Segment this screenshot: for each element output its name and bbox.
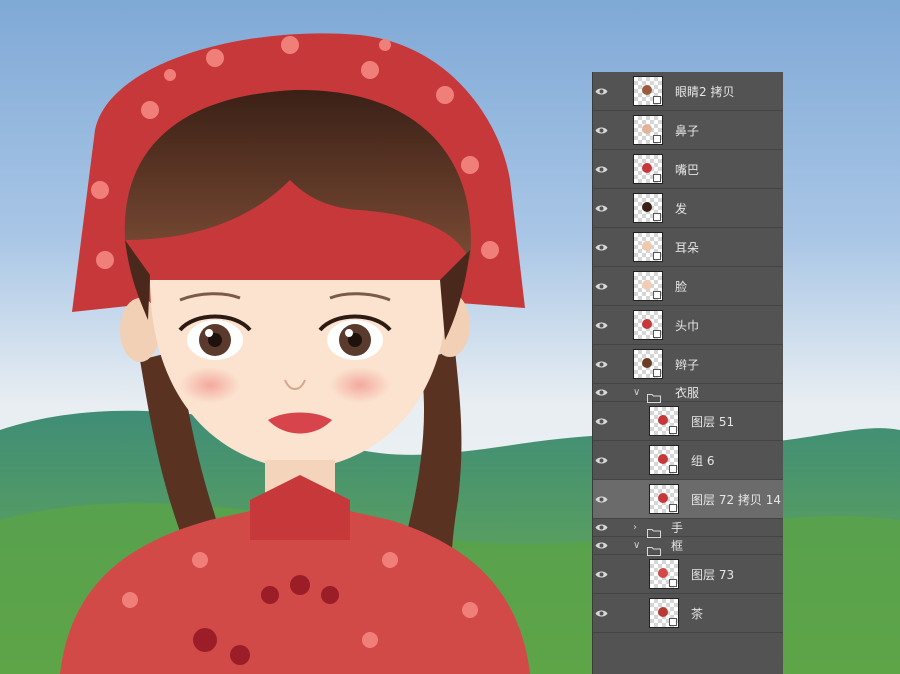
layer-thumbnail: [633, 193, 663, 223]
eye-icon[interactable]: [593, 150, 609, 188]
smart-object-link-icon: [653, 291, 661, 299]
folder-icon: [647, 523, 661, 538]
layer-group-row[interactable]: › 手: [593, 519, 783, 538]
layer-group-label: 衣服: [675, 386, 700, 400]
layer-row[interactable]: 鼻子: [593, 111, 783, 150]
layer-label: 辫子: [675, 357, 700, 372]
folder-icon: [647, 388, 661, 403]
smart-object-link-icon: [653, 252, 661, 260]
layer-thumbnail-preview: [642, 202, 652, 212]
eye-icon[interactable]: [593, 594, 609, 632]
layer-label: 鼻子: [675, 123, 700, 138]
layer-row[interactable]: 发: [593, 189, 783, 228]
smart-object-link-icon: [669, 579, 677, 587]
layer-thumbnail-preview: [642, 163, 652, 173]
layer-label: 脸: [675, 279, 688, 294]
layer-thumbnail-preview: [658, 454, 668, 464]
layer-thumbnail-preview: [642, 280, 652, 290]
layer-thumbnail: [649, 598, 679, 628]
eye-icon[interactable]: [593, 267, 609, 305]
layer-thumbnail-preview: [642, 241, 652, 251]
eye-icon[interactable]: [593, 72, 609, 110]
eye-icon[interactable]: [593, 537, 609, 554]
layer-row[interactable]: 嘴巴: [593, 150, 783, 189]
layer-thumbnail-preview: [642, 124, 652, 134]
layer-thumbnail: [633, 232, 663, 262]
eye-icon[interactable]: [593, 402, 609, 440]
eye-icon[interactable]: [593, 345, 609, 383]
layer-group-label: 框: [671, 539, 684, 553]
eye-icon[interactable]: [593, 555, 609, 593]
layer-thumbnail: [633, 115, 663, 145]
layer-thumbnail: [649, 406, 679, 436]
layer-thumbnail: [649, 484, 679, 514]
layer-row[interactable]: 图层 72 拷贝 14: [593, 480, 783, 519]
smart-object-link-icon: [669, 618, 677, 626]
layer-label: 组 6: [691, 453, 715, 468]
smart-object-link-icon: [653, 135, 661, 143]
smart-object-link-icon: [669, 504, 677, 512]
layer-label: 图层 72 拷贝 14: [691, 492, 781, 507]
layer-thumbnail: [633, 76, 663, 106]
layer-label: 嘴巴: [675, 162, 700, 177]
layer-group-label: 手: [671, 521, 684, 535]
layer-label: 图层 51: [691, 414, 735, 429]
smart-object-link-icon: [653, 369, 661, 377]
chevron-right-icon[interactable]: ›: [633, 519, 637, 536]
smart-object-link-icon: [653, 96, 661, 104]
smart-object-link-icon: [669, 465, 677, 473]
layer-row[interactable]: 茶: [593, 594, 783, 633]
layer-thumbnail-preview: [658, 568, 668, 578]
chevron-down-icon[interactable]: ∨: [633, 537, 640, 554]
chevron-down-icon[interactable]: ∨: [633, 384, 640, 401]
layer-label: 图层 73: [691, 567, 735, 582]
eye-icon[interactable]: [593, 384, 609, 401]
layer-row[interactable]: 眼睛2 拷贝: [593, 72, 783, 111]
layer-row[interactable]: 图层 73: [593, 555, 783, 594]
layer-thumbnail-preview: [642, 319, 652, 329]
layer-row[interactable]: 组 6: [593, 441, 783, 480]
layer-label: 发: [675, 201, 688, 216]
eye-icon[interactable]: [593, 441, 609, 479]
layer-group-row[interactable]: ∨ 框: [593, 537, 783, 556]
layer-thumbnail: [633, 154, 663, 184]
smart-object-link-icon: [653, 174, 661, 182]
layer-thumbnail-preview: [658, 493, 668, 503]
layer-thumbnail: [649, 559, 679, 589]
eye-icon[interactable]: [593, 306, 609, 344]
layer-row[interactable]: 头巾: [593, 306, 783, 345]
layer-label: 耳朵: [675, 240, 700, 255]
layer-label: 头巾: [675, 318, 700, 333]
layer-thumbnail-preview: [658, 607, 668, 617]
smart-object-link-icon: [653, 213, 661, 221]
layer-group-row[interactable]: ∨ 衣服: [593, 384, 783, 403]
layer-thumbnail: [633, 349, 663, 379]
layer-thumbnail-preview: [642, 358, 652, 368]
eye-icon[interactable]: [593, 519, 609, 536]
layer-thumbnail: [633, 271, 663, 301]
layer-row[interactable]: 脸: [593, 267, 783, 306]
layer-row[interactable]: 辫子: [593, 345, 783, 384]
folder-icon: [647, 541, 661, 556]
eye-icon[interactable]: [593, 189, 609, 227]
layers-panel: 眼睛2 拷贝 鼻子嘴巴发耳朵脸头巾辫子 ∨ 衣服图层 51 组 6 图层 72 拷贝 14…: [592, 72, 783, 674]
layer-thumbnail: [633, 310, 663, 340]
layer-label: 眼睛2 拷贝: [675, 84, 735, 99]
eye-icon[interactable]: [593, 480, 609, 518]
eye-icon[interactable]: [593, 228, 609, 266]
layer-thumbnail-preview: [642, 85, 652, 95]
layer-row[interactable]: 图层 51: [593, 402, 783, 441]
eye-icon[interactable]: [593, 111, 609, 149]
smart-object-link-icon: [669, 426, 677, 434]
layer-thumbnail: [649, 445, 679, 475]
layer-label: 茶: [691, 606, 704, 621]
layer-row[interactable]: 耳朵: [593, 228, 783, 267]
layer-thumbnail-preview: [658, 415, 668, 425]
smart-object-link-icon: [653, 330, 661, 338]
